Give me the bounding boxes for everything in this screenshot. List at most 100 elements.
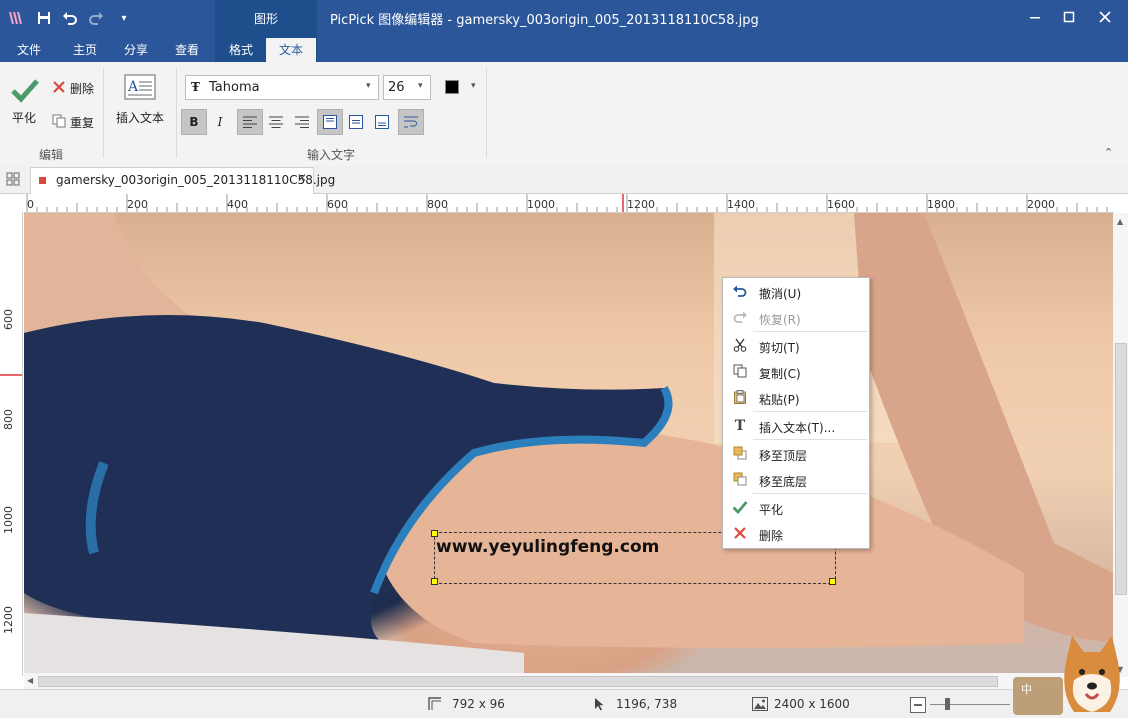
canvas-text-object[interactable]: www.yeyulingfeng.com bbox=[436, 537, 659, 557]
resize-handle[interactable] bbox=[431, 530, 438, 537]
context-menu: 撤消(U) 恢复(R) 剪切(T) 复制(C) 粘贴(P) T 插入文本(T).… bbox=[722, 277, 870, 549]
copy-icon bbox=[731, 364, 749, 380]
close-icon[interactable] bbox=[1088, 6, 1122, 28]
menu-item-copy[interactable]: 复制(C) bbox=[723, 360, 869, 384]
bold-button[interactable]: B bbox=[181, 109, 207, 135]
zoom-slider-thumb[interactable] bbox=[945, 698, 950, 710]
menu-item-delete[interactable]: 删除 bbox=[723, 522, 869, 546]
menu-item-redo[interactable]: 恢复(R) bbox=[723, 306, 869, 330]
valign-middle-icon[interactable] bbox=[343, 109, 369, 135]
ribbon-separator bbox=[176, 68, 177, 158]
delete-button[interactable]: 删除 bbox=[70, 80, 94, 97]
grid-view-icon[interactable] bbox=[6, 172, 20, 186]
insert-text-button[interactable]: 插入文本 bbox=[116, 109, 164, 126]
bring-front-icon bbox=[731, 446, 749, 462]
chevron-down-icon[interactable]: ▾ bbox=[471, 81, 476, 91]
insert-text-icon[interactable]: A bbox=[124, 74, 156, 100]
scroll-thumb[interactable] bbox=[1115, 343, 1127, 595]
valign-bottom-icon[interactable] bbox=[369, 109, 395, 135]
ruler-label: 1000 bbox=[2, 506, 15, 534]
menu-item-send-to-back[interactable]: 移至底层 bbox=[723, 468, 869, 492]
scroll-up-icon[interactable]: ▲ bbox=[1117, 217, 1123, 226]
menu-item-bring-to-front[interactable]: 移至顶层 bbox=[723, 442, 869, 466]
zoom-out-icon[interactable] bbox=[910, 697, 926, 713]
repeat-icon[interactable] bbox=[52, 114, 66, 128]
tab-text[interactable]: 文本 bbox=[266, 38, 316, 62]
resize-handle[interactable] bbox=[431, 578, 438, 585]
word-wrap-icon[interactable] bbox=[398, 109, 424, 135]
ruler-label: 1800 bbox=[927, 198, 955, 211]
ime-toolbar[interactable]: 中 bbox=[1013, 677, 1063, 715]
paste-icon bbox=[731, 390, 749, 406]
ruler-label: 1200 bbox=[627, 198, 655, 211]
chevron-down-icon: ▾ bbox=[418, 81, 423, 91]
ruler-label: 600 bbox=[327, 198, 348, 211]
ribbon-separator bbox=[103, 68, 104, 158]
vertical-scrollbar[interactable]: ▲ ▼ bbox=[1113, 213, 1128, 677]
font-type-icon: Ŧ bbox=[191, 80, 200, 94]
ruler-label: 600 bbox=[2, 309, 15, 330]
text-color-swatch[interactable] bbox=[445, 80, 459, 94]
menu-separator bbox=[753, 411, 867, 412]
tab-format[interactable]: 格式 bbox=[218, 38, 264, 62]
minimize-icon[interactable] bbox=[1018, 6, 1052, 28]
text-icon: T bbox=[734, 418, 746, 434]
ruler-label: 800 bbox=[427, 198, 448, 211]
check-icon[interactable] bbox=[10, 76, 40, 104]
tab-share[interactable]: 分享 bbox=[114, 38, 158, 62]
redo-icon bbox=[731, 310, 749, 326]
maximize-icon[interactable] bbox=[1052, 6, 1086, 28]
redo-icon[interactable] bbox=[86, 8, 106, 28]
close-tab-icon[interactable]: ✕ bbox=[297, 171, 307, 185]
delete-icon[interactable] bbox=[52, 80, 66, 94]
menu-item-cut[interactable]: 剪切(T) bbox=[723, 334, 869, 358]
menu-separator bbox=[753, 439, 867, 440]
ribbon bbox=[0, 62, 1128, 167]
menu-item-flatten[interactable]: 平化 bbox=[723, 496, 869, 520]
undo-icon[interactable] bbox=[60, 8, 80, 28]
menu-item-paste[interactable]: 粘贴(P) bbox=[723, 386, 869, 410]
customize-qat-icon[interactable]: ▾ bbox=[114, 8, 134, 28]
tab-file[interactable]: 文件 bbox=[8, 38, 50, 62]
save-icon[interactable] bbox=[34, 8, 54, 28]
ruler-label: 800 bbox=[2, 409, 15, 430]
ruler-label: 1600 bbox=[827, 198, 855, 211]
menu-separator bbox=[753, 493, 867, 494]
ruler-label: 200 bbox=[127, 198, 148, 211]
resize-handle[interactable] bbox=[829, 578, 836, 585]
svg-text:A: A bbox=[127, 79, 139, 95]
collapse-ribbon-icon[interactable]: ⌃ bbox=[1104, 146, 1113, 159]
font-size-select[interactable]: 26 ▾ bbox=[383, 75, 431, 100]
scroll-left-icon[interactable]: ◀ bbox=[27, 676, 33, 685]
context-group-label: 图形 bbox=[253, 12, 278, 26]
font-name: Tahoma bbox=[209, 80, 260, 95]
ruler-label: 1400 bbox=[727, 198, 755, 211]
horizontal-scrollbar[interactable]: ◀ ▶ bbox=[24, 673, 1113, 689]
italic-button[interactable]: I bbox=[207, 109, 233, 135]
selection-size: 792 x 96 bbox=[452, 697, 505, 711]
valign-top-icon[interactable] bbox=[317, 109, 343, 135]
menu-separator bbox=[753, 331, 867, 332]
tab-view[interactable]: 查看 bbox=[164, 38, 210, 62]
photo-placeholder bbox=[24, 213, 1113, 673]
send-back-icon bbox=[731, 472, 749, 488]
tab-home[interactable]: 主页 bbox=[62, 38, 108, 62]
menu-item-insert-text[interactable]: T 插入文本(T)... bbox=[723, 414, 869, 438]
font-select[interactable]: Ŧ Tahoma ▾ bbox=[185, 75, 379, 100]
image-canvas[interactable] bbox=[24, 213, 1113, 673]
repeat-button[interactable]: 重复 bbox=[70, 114, 94, 131]
selection-size-icon bbox=[428, 697, 442, 711]
scroll-thumb[interactable] bbox=[38, 676, 998, 687]
window-title: PicPick 图像编辑器 - gamersky_003origin_005_2… bbox=[330, 13, 759, 28]
ime-mode-label: 中 bbox=[1021, 683, 1032, 696]
align-center-icon[interactable] bbox=[263, 109, 289, 135]
menu-item-undo[interactable]: 撤消(U) bbox=[723, 280, 869, 304]
flatten-button[interactable]: 平化 bbox=[12, 109, 36, 126]
align-right-icon[interactable] bbox=[289, 109, 315, 135]
ruler-label: 400 bbox=[227, 198, 248, 211]
ruler-label: 2000 bbox=[1027, 198, 1055, 211]
image-file-icon bbox=[39, 177, 46, 184]
scissors-icon bbox=[731, 338, 749, 354]
zoom-slider[interactable] bbox=[930, 704, 1010, 705]
align-left-icon[interactable] bbox=[237, 109, 263, 135]
